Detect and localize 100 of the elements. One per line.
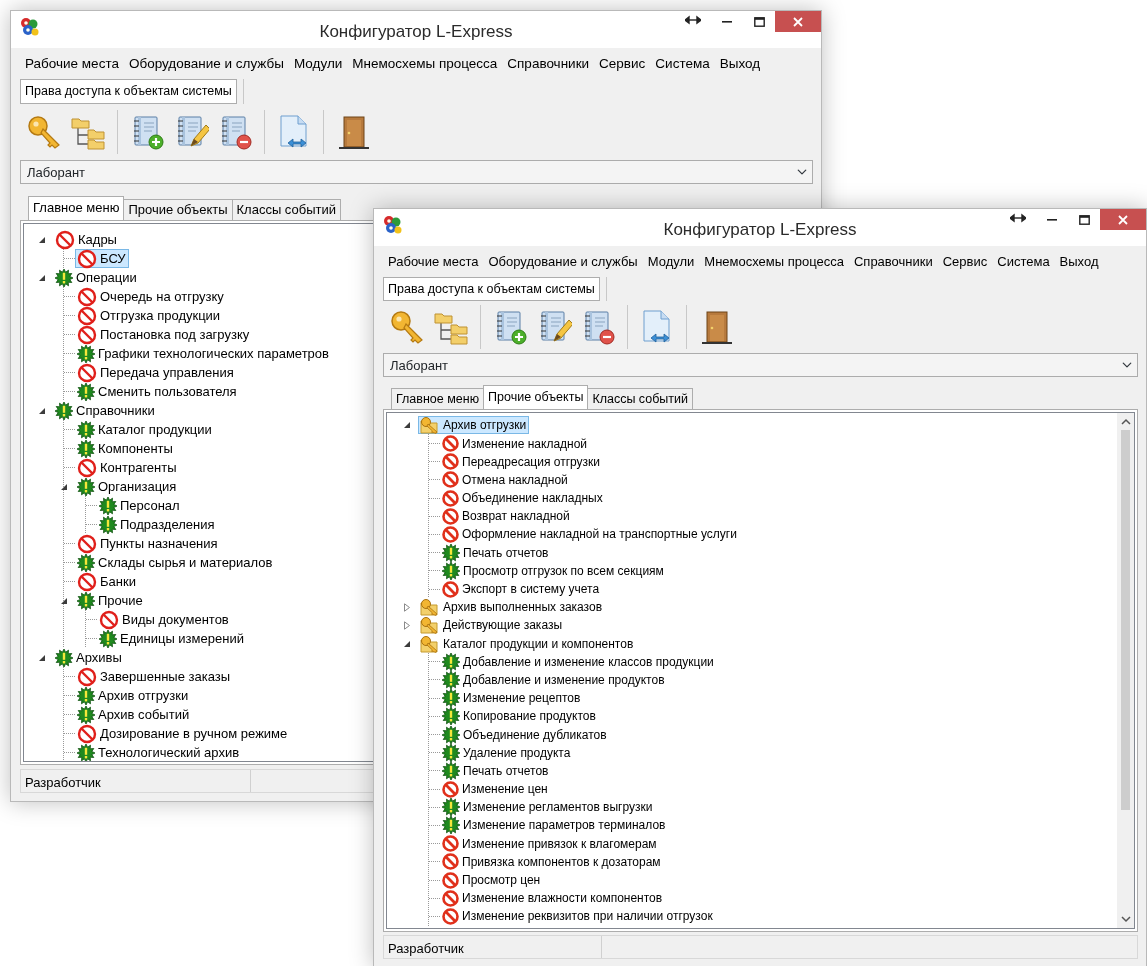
resize-icon[interactable] xyxy=(1010,212,1026,224)
menu-item[interactable]: Рабочие места xyxy=(383,250,484,274)
scroll-down-icon[interactable] xyxy=(1120,915,1131,923)
tree-item[interactable]: Печать отчетов xyxy=(440,761,552,780)
tree-item[interactable]: Возврат накладной xyxy=(440,507,573,526)
menu-item[interactable]: Система xyxy=(992,250,1055,274)
menu-item[interactable]: Сервис xyxy=(937,250,993,274)
collapse-arrow-icon[interactable] xyxy=(38,235,46,244)
collapse-arrow-icon[interactable] xyxy=(38,273,46,282)
tree-item[interactable]: Компоненты xyxy=(75,439,176,458)
tree-item[interactable]: Просмотр цен xyxy=(440,871,544,890)
menu-item[interactable]: Модули xyxy=(288,52,348,77)
prohibited-icon xyxy=(77,248,97,269)
tree-item[interactable]: Удаление продукта xyxy=(440,743,574,762)
tree-item[interactable]: Изменение привязок к влагомерам xyxy=(440,834,660,853)
tree-item[interactable]: Добавление и изменение продуктов xyxy=(440,670,668,689)
scrollbar[interactable] xyxy=(1117,413,1134,928)
tree-item[interactable]: Изменение накладной xyxy=(440,434,591,453)
app-icon[interactable] xyxy=(383,215,403,235)
tree-item[interactable]: Каталог продукции xyxy=(75,420,215,439)
tree-item[interactable]: Пункты назначения xyxy=(75,534,221,553)
role-select[interactable]: Лаборант xyxy=(383,353,1138,378)
tree-item[interactable]: Просмотр отгрузок по всем секциям xyxy=(440,561,667,580)
menu-item[interactable]: Модули xyxy=(642,250,700,274)
scrollbar-thumb[interactable] xyxy=(1121,430,1130,811)
role-select[interactable]: Лаборант xyxy=(20,160,813,184)
tree-item[interactable]: Передача управления xyxy=(75,363,237,382)
tree-item[interactable]: БСУ xyxy=(75,249,129,268)
tree-item[interactable]: Банки xyxy=(75,572,139,591)
tree-item[interactable]: Отмена накладной xyxy=(440,470,571,489)
tree-item-label: Каталог продукции и компонентов xyxy=(443,635,634,653)
resize-icon[interactable] xyxy=(685,14,701,26)
tab[interactable]: Классы событий xyxy=(587,388,694,410)
menu-item[interactable]: Выход xyxy=(1054,250,1104,274)
tree-item[interactable]: Архив выполненных заказов xyxy=(418,598,606,617)
scroll-up-icon[interactable] xyxy=(1120,418,1131,427)
tree-item[interactable]: Единицы измерений xyxy=(97,629,247,648)
menu-item[interactable]: Оборудование и службы xyxy=(123,52,289,77)
menu-item[interactable]: Оборудование и службы xyxy=(483,250,643,274)
tree-item[interactable]: Каталог продукции и компонентов xyxy=(418,634,637,653)
document-tab[interactable]: Права доступа к объектам системы xyxy=(20,79,237,104)
key-icon[interactable] xyxy=(26,114,62,150)
app-icon[interactable] xyxy=(20,17,40,37)
tree-item[interactable]: Архив событий xyxy=(75,705,193,724)
menu-item[interactable]: Сервис xyxy=(594,52,651,77)
tab[interactable]: Главное меню xyxy=(391,388,485,410)
close-button[interactable] xyxy=(1100,209,1146,230)
tree-item[interactable]: Переадресация отгрузки xyxy=(440,452,604,471)
tree-item[interactable]: Прочие xyxy=(75,591,146,610)
tree-item[interactable]: Очередь на отгрузку xyxy=(75,287,227,306)
collapse-arrow-icon[interactable] xyxy=(403,421,411,430)
collapse-arrow-icon[interactable] xyxy=(38,406,46,415)
tree-item[interactable]: Действующие заказы xyxy=(418,616,566,635)
menu-item[interactable]: Выход xyxy=(714,52,766,77)
collapse-arrow-icon[interactable] xyxy=(60,596,68,605)
tree-item[interactable]: Изменение цен xyxy=(440,780,551,799)
tab[interactable]: Прочие объекты xyxy=(483,385,589,410)
tree-item[interactable]: Завершенные заказы xyxy=(75,667,234,686)
tree-item[interactable]: Подразделения xyxy=(97,515,218,534)
tree-item[interactable]: Объединение накладных xyxy=(440,489,606,508)
key-icon[interactable] xyxy=(389,309,425,346)
tree-item[interactable]: Персонал xyxy=(97,496,183,515)
tree-item[interactable]: Контрагенты xyxy=(75,458,180,477)
menu-item[interactable]: Мнемосхемы процесса xyxy=(699,250,849,274)
tree-item[interactable]: Постановка под загрузку xyxy=(75,325,253,344)
menu-item[interactable]: Рабочие места xyxy=(20,52,124,77)
tab[interactable]: Главное меню xyxy=(28,196,125,220)
menu-item[interactable]: Справочники xyxy=(848,250,938,274)
tree-item[interactable]: Архивы xyxy=(53,648,125,667)
collapse-arrow-icon[interactable] xyxy=(38,653,46,662)
tree-item[interactable]: Архив отгрузки xyxy=(418,416,530,435)
tab[interactable]: Прочие объекты xyxy=(123,199,233,220)
menu-item[interactable]: Справочники xyxy=(502,52,595,77)
tree-item[interactable]: Изменение регламентов выгрузки xyxy=(440,798,656,817)
tree-item[interactable]: Экспорт в систему учета xyxy=(440,580,603,599)
tree-item[interactable]: Кадры xyxy=(53,230,120,249)
tree-item[interactable]: Отгрузка продукции xyxy=(75,306,224,325)
tree-item[interactable]: Виды документов xyxy=(97,610,232,629)
collapse-arrow-icon[interactable] xyxy=(403,639,411,648)
close-button[interactable] xyxy=(775,11,821,32)
expand-arrow-icon[interactable] xyxy=(403,602,411,612)
tree-item[interactable]: Справочники xyxy=(53,401,158,420)
tree-item[interactable]: Сменить пользователя xyxy=(75,382,240,401)
tree-item[interactable]: Объединение дубликатов xyxy=(440,725,610,744)
menu-item[interactable]: Система xyxy=(650,52,715,77)
tree-item[interactable]: Организация xyxy=(75,477,180,496)
tree-item[interactable]: Архив отгрузки xyxy=(75,686,192,705)
tree-item[interactable]: Операции xyxy=(53,268,140,287)
collapse-arrow-icon[interactable] xyxy=(60,482,68,491)
tree-item[interactable]: Изменение параметров терминалов xyxy=(440,816,669,835)
tree-item[interactable]: Изменение рецептов xyxy=(440,689,584,708)
document-tab[interactable]: Права доступа к объектам системы xyxy=(383,276,600,302)
tree-item[interactable]: Печать отчетов xyxy=(440,543,552,562)
tab[interactable]: Классы событий xyxy=(231,199,341,220)
menu-item[interactable]: Мнемосхемы процесса xyxy=(347,52,503,77)
tree-item[interactable]: Изменение влажности компонентов xyxy=(440,889,666,908)
tree-item[interactable]: Копирование продуктов xyxy=(440,707,599,726)
expand-arrow-icon[interactable] xyxy=(403,620,411,630)
tree-item[interactable]: Технологический архив xyxy=(75,743,243,761)
tree-item[interactable]: Привязка компонентов к дозаторам xyxy=(440,852,664,871)
